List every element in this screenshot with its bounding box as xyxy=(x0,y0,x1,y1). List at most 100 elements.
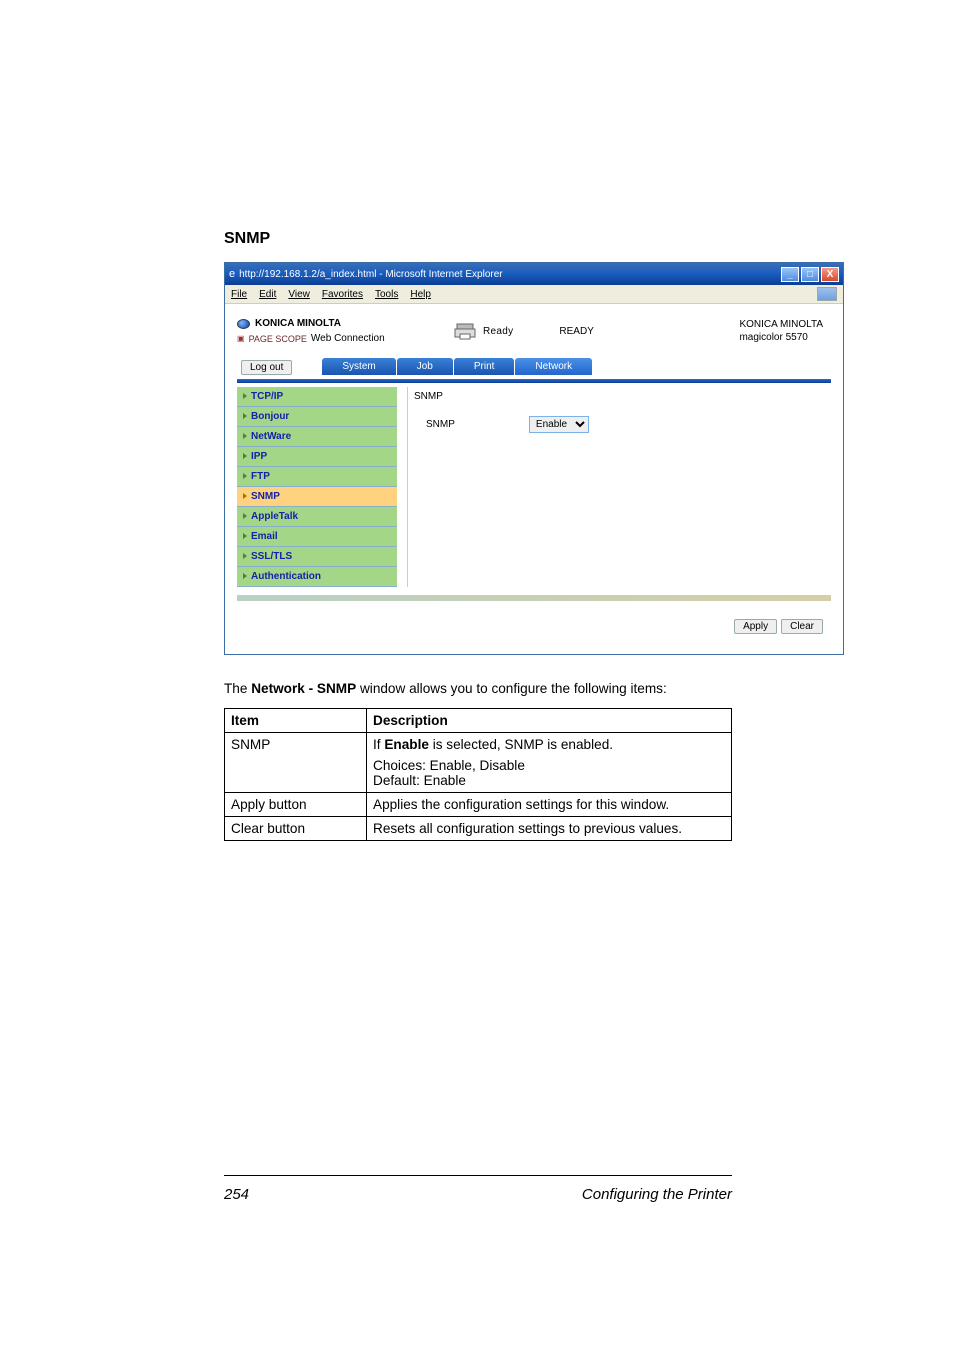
pagescope-icon: ▣ xyxy=(237,334,245,343)
th-description: Description xyxy=(367,709,732,733)
page-content: KONICA MINOLTA ▣ PAGE SCOPE Web Connecti… xyxy=(225,304,843,654)
cell-desc: Resets all configuration settings to pre… xyxy=(367,817,732,841)
brand-row: KONICA MINOLTA xyxy=(237,318,412,329)
table-row: Apply button Applies the configuration s… xyxy=(225,793,732,817)
triangle-icon xyxy=(243,473,247,479)
sidebar-item-label: SNMP xyxy=(251,491,280,502)
sidebar-item-label: SSL/TLS xyxy=(251,551,292,562)
sidebar-item-label: Email xyxy=(251,531,278,542)
description-table: Item Description SNMP If Enable is selec… xyxy=(224,708,732,841)
window-maximize-button[interactable]: □ xyxy=(801,267,819,282)
tab-job[interactable]: Job xyxy=(397,358,453,375)
triangle-icon xyxy=(243,513,247,519)
sidebar-item-label: IPP xyxy=(251,451,267,462)
ready-status: READY xyxy=(559,326,593,337)
sidebar-item-tcp-ip[interactable]: TCP/IP xyxy=(237,387,397,407)
triangle-icon xyxy=(243,493,247,499)
toolbar-row: Log out System Job Print Network xyxy=(233,344,835,379)
content-pane: SNMP SNMP EnableDisable xyxy=(407,387,831,587)
apply-row: Apply Clear xyxy=(233,605,835,646)
sidebar-item-bonjour[interactable]: Bonjour xyxy=(237,407,397,427)
ie-icon: e xyxy=(229,268,235,280)
printer-icon xyxy=(452,321,477,341)
km-logo-icon xyxy=(237,319,250,329)
pane-title: SNMP xyxy=(414,391,825,402)
window-title: http://192.168.1.2/a_index.html - Micros… xyxy=(239,269,779,280)
snmp-field-row: SNMP EnableDisable xyxy=(414,416,825,433)
tab-network[interactable]: Network xyxy=(515,358,592,375)
page-footer: 254 Configuring the Printer xyxy=(224,1175,732,1203)
sidebar-item-label: AppleTalk xyxy=(251,511,298,522)
menu-tools[interactable]: Tools xyxy=(375,289,398,300)
cell-desc: If Enable is selected, SNMP is enabled. … xyxy=(367,733,732,793)
menu-bar: File Edit View Favorites Tools Help xyxy=(225,285,843,304)
tab-bar: System Job Print Network xyxy=(322,358,592,375)
choices-line: Choices: Enable, Disable xyxy=(373,758,725,773)
sidebar-item-label: Bonjour xyxy=(251,411,289,422)
menu-edit[interactable]: Edit xyxy=(259,289,276,300)
triangle-icon xyxy=(243,553,247,559)
table-row: SNMP If Enable is selected, SNMP is enab… xyxy=(225,733,732,793)
sidebar-item-label: TCP/IP xyxy=(251,391,283,402)
brand-text: KONICA MINOLTA xyxy=(255,318,341,329)
window-titlebar: e http://192.168.1.2/a_index.html - Micr… xyxy=(225,263,843,285)
snmp-field-label: SNMP xyxy=(426,419,455,430)
model-line1: KONICA MINOLTA xyxy=(739,318,823,331)
apply-button[interactable]: Apply xyxy=(734,619,777,634)
triangle-icon xyxy=(243,433,247,439)
caption-text: The Network - SNMP window allows you to … xyxy=(224,681,730,696)
triangle-icon xyxy=(243,453,247,459)
sidebar-item-snmp[interactable]: SNMP xyxy=(237,487,397,507)
web-connection-label: Web Connection xyxy=(311,333,385,344)
window-minimize-button[interactable]: _ xyxy=(781,267,799,282)
main-panel: TCP/IP Bonjour NetWare IPP FTP SNMP AppleTalk E… xyxy=(233,383,835,591)
tab-print[interactable]: Print xyxy=(454,358,515,375)
triangle-icon xyxy=(243,573,247,579)
clear-button[interactable]: Clear xyxy=(781,619,823,634)
sidebar-item-label: NetWare xyxy=(251,431,291,442)
window-close-button[interactable]: X xyxy=(821,267,839,282)
sidebar-item-email[interactable]: Email xyxy=(237,527,397,547)
pagescope-small: PAGE SCOPE xyxy=(249,334,307,344)
logout-button[interactable]: Log out xyxy=(241,360,292,375)
sidebar-item-ssl-tls[interactable]: SSL/TLS xyxy=(237,547,397,567)
cell-desc: Applies the configuration settings for t… xyxy=(367,793,732,817)
menu-help[interactable]: Help xyxy=(410,289,431,300)
default-line: Default: Enable xyxy=(373,773,725,788)
table-row: Clear button Resets all configuration se… xyxy=(225,817,732,841)
cell-item: Apply button xyxy=(225,793,367,817)
sidebar: TCP/IP Bonjour NetWare IPP FTP SNMP AppleTalk E… xyxy=(237,387,397,587)
status-block: Ready READY xyxy=(452,321,594,341)
model-line2: magicolor 5570 xyxy=(739,331,823,344)
sidebar-item-ftp[interactable]: FTP xyxy=(237,467,397,487)
ready-label: Ready xyxy=(483,326,513,337)
browser-window: e http://192.168.1.2/a_index.html - Micr… xyxy=(224,262,844,655)
menu-view[interactable]: View xyxy=(288,289,310,300)
tab-system[interactable]: System xyxy=(322,358,395,375)
th-item: Item xyxy=(225,709,367,733)
sidebar-item-label: Authentication xyxy=(251,571,321,582)
footer-gradient-bar xyxy=(237,595,831,601)
sidebar-item-appletalk[interactable]: AppleTalk xyxy=(237,507,397,527)
sidebar-item-ipp[interactable]: IPP xyxy=(237,447,397,467)
browser-body: KONICA MINOLTA ▣ PAGE SCOPE Web Connecti… xyxy=(225,304,843,654)
table-header-row: Item Description xyxy=(225,709,732,733)
pagescope-row: ▣ PAGE SCOPE Web Connection xyxy=(237,333,412,344)
triangle-icon xyxy=(243,393,247,399)
brand-block: KONICA MINOLTA ▣ PAGE SCOPE Web Connecti… xyxy=(237,318,412,344)
menu-file[interactable]: File xyxy=(231,289,247,300)
menu-favorites[interactable]: Favorites xyxy=(322,289,363,300)
sidebar-item-authentication[interactable]: Authentication xyxy=(237,567,397,587)
sidebar-item-netware[interactable]: NetWare xyxy=(237,427,397,447)
model-block: KONICA MINOLTA magicolor 5570 xyxy=(739,318,831,344)
cell-item: SNMP xyxy=(225,733,367,793)
section-heading: SNMP xyxy=(224,230,730,248)
footer-section-title: Configuring the Printer xyxy=(582,1186,732,1203)
header-area: KONICA MINOLTA ▣ PAGE SCOPE Web Connecti… xyxy=(233,308,835,344)
cell-item: Clear button xyxy=(225,817,367,841)
sidebar-item-label: FTP xyxy=(251,471,270,482)
page-number: 254 xyxy=(224,1186,249,1203)
triangle-icon xyxy=(243,413,247,419)
triangle-icon xyxy=(243,533,247,539)
snmp-select[interactable]: EnableDisable xyxy=(529,416,589,433)
